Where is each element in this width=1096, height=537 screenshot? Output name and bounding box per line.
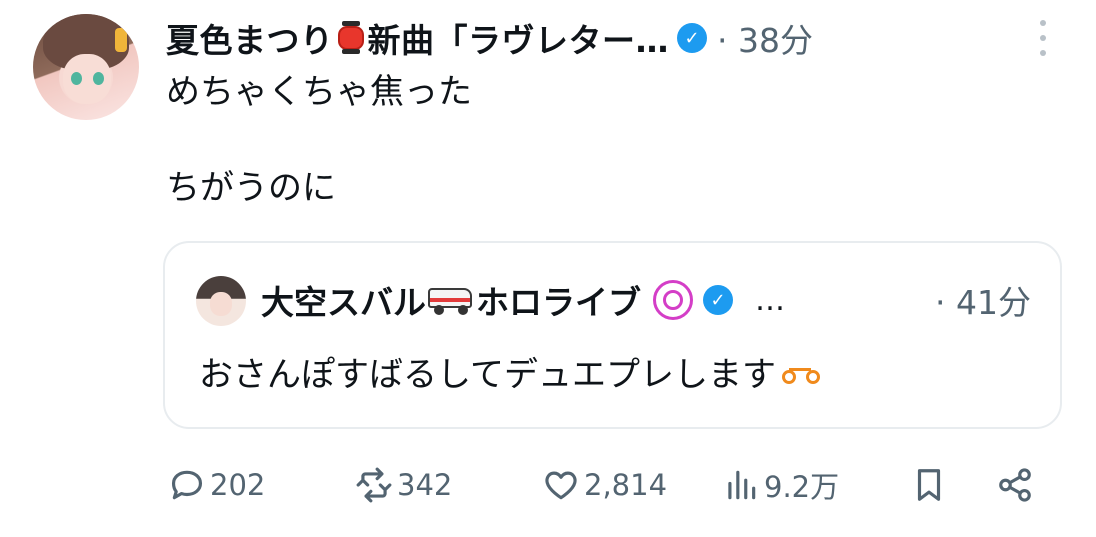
- retweet-icon: [356, 467, 392, 503]
- bookmark-button[interactable]: [910, 458, 948, 512]
- quoted-tweet-time: · 41分: [935, 283, 1031, 322]
- quoted-tweet[interactable]: 大空スバル ホロライブ ✓ … · 41分 おさんぽすばるしてデュエプレします: [163, 241, 1062, 429]
- retweet-button[interactable]: 342: [355, 458, 452, 512]
- author-avatar[interactable]: [33, 14, 139, 120]
- quoted-name-ellipsis: …: [755, 282, 785, 318]
- verified-badge-icon[interactable]: ✓: [677, 23, 707, 53]
- swirl-emoji-icon: [653, 280, 693, 320]
- quoted-author-avatar[interactable]: [196, 276, 246, 326]
- share-button[interactable]: [996, 458, 1034, 512]
- reply-button[interactable]: 202: [168, 458, 265, 512]
- like-count: 2,814: [584, 468, 668, 502]
- views-count: 9.2万: [764, 470, 840, 504]
- author-display-name[interactable]: 夏色まつり: [166, 14, 334, 62]
- quoted-tweet-header: 大空スバル ホロライブ ✓ … · 41分: [261, 277, 1031, 323]
- views-icon: [728, 470, 756, 500]
- like-icon: [545, 471, 577, 500]
- bookmark-icon: [917, 469, 941, 501]
- quoted-verified-badge-icon: ✓: [703, 285, 733, 315]
- quoted-author-name-part2: ホロライブ: [476, 283, 641, 322]
- author-name-suffix[interactable]: 新曲「ラヴレター…: [368, 14, 670, 62]
- more-icon[interactable]: [1034, 20, 1052, 56]
- like-button[interactable]: 2,814: [542, 458, 667, 512]
- reply-count: 202: [210, 468, 266, 502]
- tweet-header: 夏色まつり 新曲「ラヴレター… ✓ · 38分: [166, 14, 813, 62]
- quoted-tweet-text-content: おさんぽすばるしてデュエプレします: [199, 355, 776, 395]
- quoted-tweet-text: おさんぽすばるしてデュエプレします: [199, 347, 822, 396]
- lantern-emoji-icon: [337, 21, 364, 55]
- bicycle-emoji-icon: [780, 362, 822, 386]
- retweet-count: 342: [397, 468, 453, 502]
- quoted-author-name-part1: 大空スバル: [261, 283, 426, 322]
- share-icon: [999, 468, 1031, 502]
- reply-icon: [171, 470, 203, 500]
- tweet-actions: 202 342 2,814 9.2万: [0, 458, 1096, 512]
- views-button[interactable]: 9.2万: [722, 458, 839, 512]
- tweet-text: めちゃくちゃ焦った ちがうのに: [166, 72, 472, 208]
- tweet-time[interactable]: · 38分: [717, 14, 813, 62]
- ambulance-emoji-icon: [428, 286, 474, 315]
